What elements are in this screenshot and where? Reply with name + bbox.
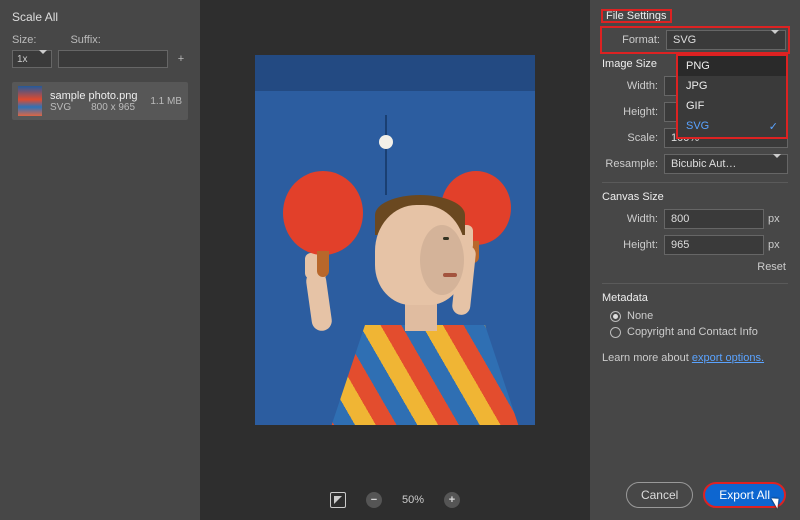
cancel-button[interactable]: Cancel xyxy=(626,482,693,508)
radio-icon xyxy=(610,327,621,338)
resample-value: Bicubic Aut… xyxy=(671,158,736,170)
export-options-link[interactable]: export options. xyxy=(692,352,764,364)
metadata-copyright-label: Copyright and Contact Info xyxy=(627,326,758,338)
asset-text: sample photo.png SVG 800 x 965 xyxy=(50,90,142,113)
preview-panel: − 50% + xyxy=(200,0,590,520)
canvas-height-label: Height: xyxy=(602,239,664,251)
scale-controls: 1x + xyxy=(12,50,188,68)
canvas-size-title: Canvas Size xyxy=(602,191,788,203)
preview-image xyxy=(255,55,535,425)
unit-px: px xyxy=(768,213,788,225)
export-all-button[interactable]: Export All xyxy=(703,482,786,508)
size-label: Size: xyxy=(12,34,36,46)
scale-all-title: Scale All xyxy=(12,10,188,24)
metadata-none-row[interactable]: None xyxy=(610,310,788,322)
scale-multiplier-value: 1x xyxy=(17,54,28,65)
asset-dimensions: 800 x 965 xyxy=(91,102,135,113)
unit-px: px xyxy=(768,239,788,251)
canvas-height-input[interactable]: 965 xyxy=(664,235,764,255)
scale-label: Scale: xyxy=(602,132,664,144)
format-label: Format: xyxy=(604,34,666,46)
format-option-gif[interactable]: GIF xyxy=(678,96,786,116)
chevron-down-icon xyxy=(773,158,781,170)
resample-select[interactable]: Bicubic Aut… xyxy=(664,154,788,174)
separator xyxy=(602,283,788,284)
image-height-label: Height: xyxy=(602,106,664,118)
asset-name: sample photo.png xyxy=(50,90,142,102)
file-settings-title: File Settings xyxy=(602,10,788,22)
canvas-width-row: Width: 800 px xyxy=(602,209,788,229)
metadata-none-label: None xyxy=(627,310,653,322)
zoom-toolbar: − 50% + xyxy=(200,480,590,520)
suffix-input[interactable] xyxy=(58,50,168,68)
add-scale-icon[interactable]: + xyxy=(174,53,188,65)
crop-icon[interactable] xyxy=(330,492,346,508)
format-option-png[interactable]: PNG xyxy=(678,56,786,76)
suffix-label: Suffix: xyxy=(70,34,100,46)
resample-label: Resample: xyxy=(602,158,664,170)
check-icon: ✓ xyxy=(769,120,778,133)
reset-link[interactable]: Reset xyxy=(602,261,786,273)
export-dialog: Scale All Size: Suffix: 1x + sample phot… xyxy=(0,0,800,520)
dialog-buttons: Cancel Export All xyxy=(626,482,786,508)
format-value: SVG xyxy=(673,34,696,46)
canvas-width-input[interactable]: 800 xyxy=(664,209,764,229)
zoom-in-icon[interactable]: + xyxy=(444,492,460,508)
scale-multiplier-select[interactable]: 1x xyxy=(12,50,52,68)
left-panel: Scale All Size: Suffix: 1x + sample phot… xyxy=(0,0,200,520)
resample-row: Resample: Bicubic Aut… xyxy=(602,154,788,174)
asset-row[interactable]: sample photo.png SVG 800 x 965 1.1 MB xyxy=(12,82,188,120)
format-row: Format: SVG xyxy=(602,28,788,52)
format-dropdown: PNG JPG GIF SVG✓ xyxy=(676,54,788,139)
learn-more: Learn more about export options. xyxy=(602,352,788,364)
format-option-svg[interactable]: SVG✓ xyxy=(678,116,786,137)
canvas-height-row: Height: 965 px xyxy=(602,235,788,255)
chevron-down-icon xyxy=(771,34,779,46)
image-width-label: Width: xyxy=(602,80,664,92)
format-option-jpg[interactable]: JPG xyxy=(678,76,786,96)
asset-format: SVG xyxy=(50,102,71,113)
format-select[interactable]: SVG xyxy=(666,30,786,50)
size-suffix-labels: Size: Suffix: xyxy=(12,34,188,46)
radio-icon xyxy=(610,311,621,322)
zoom-level: 50% xyxy=(402,494,424,506)
metadata-copyright-row[interactable]: Copyright and Contact Info xyxy=(610,326,788,338)
metadata-title: Metadata xyxy=(602,292,788,304)
separator xyxy=(602,182,788,183)
canvas-width-label: Width: xyxy=(602,213,664,225)
cursor-icon xyxy=(771,495,782,508)
right-panel: File Settings Format: SVG PNG JPG GIF SV… xyxy=(590,0,800,520)
chevron-down-icon xyxy=(39,54,47,65)
zoom-out-icon[interactable]: − xyxy=(366,492,382,508)
asset-filesize: 1.1 MB xyxy=(150,96,182,107)
asset-thumbnail xyxy=(18,86,42,116)
